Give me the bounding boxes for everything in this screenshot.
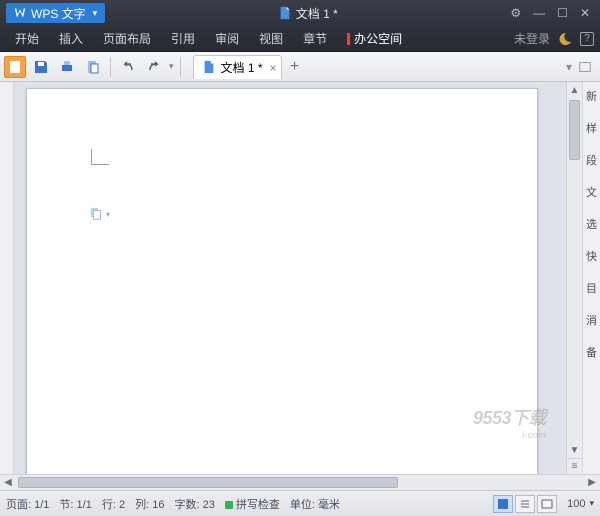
menu-office-space[interactable]: 办公空间	[338, 26, 411, 51]
pane-item[interactable]: 备	[586, 344, 597, 360]
maximize-button[interactable]: ☐	[557, 6, 568, 20]
title-bar: WPS 文字 ▾ 文档 1 * ⚙ — ☐ ✕	[0, 0, 600, 26]
scroll-right-button[interactable]: ▶	[584, 477, 600, 488]
hscroll-thumb[interactable]	[18, 477, 398, 488]
text-cursor-position	[91, 149, 109, 165]
paste-options-icon	[89, 207, 103, 221]
vertical-scrollbar[interactable]: ▲ ▼ ≡	[566, 82, 582, 474]
redo-button[interactable]	[143, 56, 165, 78]
pane-item[interactable]: 快	[586, 248, 597, 264]
scroll-up-button[interactable]: ▲	[567, 82, 582, 98]
menu-chapters[interactable]: 章节	[294, 26, 336, 51]
watermark-brand: 9553下载	[473, 408, 546, 428]
window-title: 文档 1 *	[105, 5, 510, 22]
scroll-thumb[interactable]	[569, 100, 580, 160]
web-view-button[interactable]	[537, 495, 557, 513]
pane-item[interactable]: 段	[586, 152, 597, 168]
menu-start[interactable]: 开始	[6, 26, 48, 51]
task-pane: 新 样 段 文 选 快 目 消 备	[582, 82, 600, 474]
outline-view-button[interactable]	[515, 495, 535, 513]
status-bar: 页面: 1/1 节: 1/1 行: 2 列: 16 字数: 23 拼写检查 单位…	[0, 490, 600, 516]
document-area[interactable]: ▾ 9553下载 i-com	[14, 82, 566, 474]
undo-button[interactable]	[117, 56, 139, 78]
status-word-count[interactable]: 字数: 23	[174, 496, 214, 512]
menu-insert[interactable]: 插入	[50, 26, 92, 51]
save-button[interactable]	[30, 56, 52, 78]
menu-review[interactable]: 审阅	[206, 26, 248, 51]
menu-page-layout[interactable]: 页面布局	[94, 26, 160, 51]
hscroll-track[interactable]	[16, 475, 584, 490]
status-line[interactable]: 行: 2	[102, 496, 125, 512]
app-menu-chip[interactable]: WPS 文字 ▾	[6, 3, 105, 23]
tab-options-icon[interactable]	[578, 60, 592, 74]
document-tab-label: 文档 1 *	[221, 59, 263, 76]
zoom-control[interactable]: 100 ▾	[567, 498, 594, 510]
pane-item[interactable]: 文	[586, 184, 597, 200]
pane-item[interactable]: 选	[586, 216, 597, 232]
watermark-url: i-com	[473, 430, 546, 440]
zoom-value: 100	[567, 498, 585, 510]
pane-item[interactable]: 新	[586, 88, 597, 104]
app-name: WPS 文字	[31, 5, 86, 22]
scroll-left-button[interactable]: ◀	[0, 477, 16, 488]
help-button[interactable]: ?	[580, 32, 594, 46]
menu-references[interactable]: 引用	[162, 26, 204, 51]
spellcheck-indicator-icon	[225, 501, 233, 509]
chevron-down-icon: ▾	[106, 210, 110, 219]
paste-button[interactable]	[82, 56, 104, 78]
print-layout-view-button[interactable]	[493, 495, 513, 513]
status-unit[interactable]: 单位: 毫米	[290, 496, 340, 512]
status-section[interactable]: 节: 1/1	[59, 496, 91, 512]
close-button[interactable]: ✕	[580, 6, 590, 20]
split-handle[interactable]: ≡	[567, 458, 582, 474]
skin-icon[interactable]	[558, 32, 572, 46]
tab-close-button[interactable]: ×	[270, 61, 277, 75]
tab-list-button[interactable]: ▾	[566, 60, 572, 74]
new-tab-button[interactable]: +	[282, 55, 308, 79]
document-tab-strip: 文档 1 * × +	[193, 52, 562, 81]
status-col[interactable]: 列: 16	[135, 496, 164, 512]
minimize-button[interactable]: —	[533, 6, 545, 20]
menu-bar: 开始 插入 页面布局 引用 审阅 视图 章节 办公空间 未登录 ?	[0, 26, 600, 52]
pane-item[interactable]: 目	[586, 280, 597, 296]
document-tab-active[interactable]: 文档 1 * ×	[193, 55, 282, 79]
status-spellcheck[interactable]: 拼写检查	[225, 496, 280, 512]
scroll-down-button[interactable]: ▼	[567, 442, 582, 458]
watermark: 9553下载 i-com	[473, 404, 546, 440]
pane-item[interactable]: 消	[586, 312, 597, 328]
login-status[interactable]: 未登录	[514, 30, 550, 47]
pane-item[interactable]: 样	[586, 120, 597, 136]
menu-view[interactable]: 视图	[250, 26, 292, 51]
horizontal-scrollbar[interactable]: ◀ ▶	[0, 474, 600, 490]
status-page[interactable]: 页面: 1/1	[6, 496, 49, 512]
print-button[interactable]	[56, 56, 78, 78]
paste-options-button[interactable]: ▾	[89, 207, 110, 221]
doc-title-text: 文档 1 *	[296, 5, 338, 22]
document-icon	[278, 6, 292, 20]
view-mode-buttons	[493, 495, 557, 513]
settings-icon[interactable]: ⚙	[510, 6, 521, 20]
quick-access-toolbar: ▾ 文档 1 * × + ▾	[0, 52, 600, 82]
menu-office-space-label: 办公空间	[354, 32, 402, 46]
left-gutter	[0, 82, 14, 474]
chevron-down-icon: ▾	[93, 8, 98, 19]
document-icon	[202, 60, 216, 74]
document-page[interactable]: ▾	[26, 88, 538, 474]
wps-logo-icon	[14, 7, 26, 19]
new-document-button[interactable]	[4, 56, 26, 78]
toolbar-overflow[interactable]: ▾	[169, 61, 174, 72]
